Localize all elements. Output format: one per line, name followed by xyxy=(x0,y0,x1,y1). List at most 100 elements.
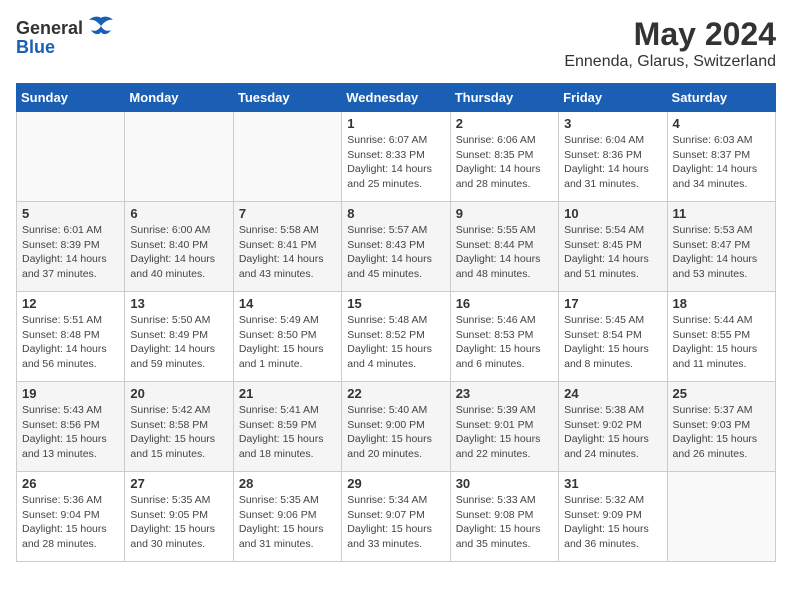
table-row xyxy=(17,112,125,202)
table-row: 17 Sunrise: 5:45 AM Sunset: 8:54 PM Dayli… xyxy=(559,292,667,382)
header-sunday: Sunday xyxy=(17,84,125,112)
day-number: 4 xyxy=(673,116,770,131)
day-number: 22 xyxy=(347,386,444,401)
day-number: 27 xyxy=(130,476,227,491)
week-row-4: 19 Sunrise: 5:43 AM Sunset: 8:56 PM Dayli… xyxy=(17,382,776,472)
cell-info: Sunrise: 5:55 AM Sunset: 8:44 PM Dayligh… xyxy=(456,223,553,282)
table-row: 20 Sunrise: 5:42 AM Sunset: 8:58 PM Dayli… xyxy=(125,382,233,472)
day-number: 15 xyxy=(347,296,444,311)
cell-info: Sunrise: 5:54 AM Sunset: 8:45 PM Dayligh… xyxy=(564,223,661,282)
header-monday: Monday xyxy=(125,84,233,112)
table-row: 18 Sunrise: 5:44 AM Sunset: 8:55 PM Dayli… xyxy=(667,292,775,382)
cell-info: Sunrise: 5:46 AM Sunset: 8:53 PM Dayligh… xyxy=(456,313,553,372)
header-saturday: Saturday xyxy=(667,84,775,112)
day-number: 13 xyxy=(130,296,227,311)
day-number: 28 xyxy=(239,476,336,491)
header-wednesday: Wednesday xyxy=(342,84,450,112)
day-number: 30 xyxy=(456,476,553,491)
table-row: 25 Sunrise: 5:37 AM Sunset: 9:03 PM Dayli… xyxy=(667,382,775,472)
day-number: 11 xyxy=(673,206,770,221)
table-row: 10 Sunrise: 5:54 AM Sunset: 8:45 PM Dayli… xyxy=(559,202,667,292)
week-row-3: 12 Sunrise: 5:51 AM Sunset: 8:48 PM Dayli… xyxy=(17,292,776,382)
day-number: 31 xyxy=(564,476,661,491)
day-number: 1 xyxy=(347,116,444,131)
month-year: May 2024 xyxy=(564,16,776,53)
day-number: 16 xyxy=(456,296,553,311)
cell-info: Sunrise: 5:42 AM Sunset: 8:58 PM Dayligh… xyxy=(130,403,227,462)
cell-info: Sunrise: 6:06 AM Sunset: 8:35 PM Dayligh… xyxy=(456,133,553,192)
day-number: 26 xyxy=(22,476,119,491)
table-row: 27 Sunrise: 5:35 AM Sunset: 9:05 PM Dayli… xyxy=(125,472,233,562)
cell-info: Sunrise: 6:04 AM Sunset: 8:36 PM Dayligh… xyxy=(564,133,661,192)
table-row: 13 Sunrise: 5:50 AM Sunset: 8:49 PM Dayli… xyxy=(125,292,233,382)
calendar-table: Sunday Monday Tuesday Wednesday Thursday… xyxy=(16,83,776,562)
table-row: 22 Sunrise: 5:40 AM Sunset: 9:00 PM Dayli… xyxy=(342,382,450,472)
header-thursday: Thursday xyxy=(450,84,558,112)
table-row xyxy=(233,112,341,202)
day-number: 3 xyxy=(564,116,661,131)
table-row: 26 Sunrise: 5:36 AM Sunset: 9:04 PM Dayli… xyxy=(17,472,125,562)
table-row: 6 Sunrise: 6:00 AM Sunset: 8:40 PM Daylig… xyxy=(125,202,233,292)
logo-text: General xyxy=(16,18,83,39)
day-number: 24 xyxy=(564,386,661,401)
cell-info: Sunrise: 5:57 AM Sunset: 8:43 PM Dayligh… xyxy=(347,223,444,282)
table-row: 31 Sunrise: 5:32 AM Sunset: 9:09 PM Dayli… xyxy=(559,472,667,562)
day-number: 21 xyxy=(239,386,336,401)
cell-info: Sunrise: 5:39 AM Sunset: 9:01 PM Dayligh… xyxy=(456,403,553,462)
day-number: 17 xyxy=(564,296,661,311)
weekday-header-row: Sunday Monday Tuesday Wednesday Thursday… xyxy=(17,84,776,112)
cell-info: Sunrise: 5:40 AM Sunset: 9:00 PM Dayligh… xyxy=(347,403,444,462)
cell-info: Sunrise: 6:01 AM Sunset: 8:39 PM Dayligh… xyxy=(22,223,119,282)
table-row: 5 Sunrise: 6:01 AM Sunset: 8:39 PM Daylig… xyxy=(17,202,125,292)
day-number: 20 xyxy=(130,386,227,401)
day-number: 29 xyxy=(347,476,444,491)
cell-info: Sunrise: 5:43 AM Sunset: 8:56 PM Dayligh… xyxy=(22,403,119,462)
cell-info: Sunrise: 6:00 AM Sunset: 8:40 PM Dayligh… xyxy=(130,223,227,282)
cell-info: Sunrise: 5:35 AM Sunset: 9:06 PM Dayligh… xyxy=(239,493,336,552)
table-row: 14Sunrise: 5:49 AM Sunset: 8:50 PM Dayli… xyxy=(233,292,341,382)
cell-info: Sunrise: 5:48 AM Sunset: 8:52 PM Dayligh… xyxy=(347,313,444,372)
week-row-2: 5 Sunrise: 6:01 AM Sunset: 8:39 PM Daylig… xyxy=(17,202,776,292)
logo-bird-icon xyxy=(87,16,115,41)
table-row: 3 Sunrise: 6:04 AM Sunset: 8:36 PM Daylig… xyxy=(559,112,667,202)
cell-info: Sunrise: 5:45 AM Sunset: 8:54 PM Dayligh… xyxy=(564,313,661,372)
cell-info: Sunrise: 5:35 AM Sunset: 9:05 PM Dayligh… xyxy=(130,493,227,552)
day-number: 9 xyxy=(456,206,553,221)
table-row: 28 Sunrise: 5:35 AM Sunset: 9:06 PM Dayli… xyxy=(233,472,341,562)
day-number: 19 xyxy=(22,386,119,401)
cell-info: Sunrise: 5:44 AM Sunset: 8:55 PM Dayligh… xyxy=(673,313,770,372)
cell-info: Sunrise: 5:53 AM Sunset: 8:47 PM Dayligh… xyxy=(673,223,770,282)
cell-info: Sunrise: 5:32 AM Sunset: 9:09 PM Dayligh… xyxy=(564,493,661,552)
cell-info: Sunrise: 5:50 AM Sunset: 8:49 PM Dayligh… xyxy=(130,313,227,372)
logo-blue-text: Blue xyxy=(16,37,55,58)
table-row: 23 Sunrise: 5:39 AM Sunset: 9:01 PM Dayli… xyxy=(450,382,558,472)
table-row: 7 Sunrise: 5:58 AM Sunset: 8:41 PM Daylig… xyxy=(233,202,341,292)
table-row: 9 Sunrise: 5:55 AM Sunset: 8:44 PM Daylig… xyxy=(450,202,558,292)
day-number: 10 xyxy=(564,206,661,221)
day-number: 6 xyxy=(130,206,227,221)
cell-info: Sunrise: 5:34 AM Sunset: 9:07 PM Dayligh… xyxy=(347,493,444,552)
cell-info: Sunrise: 5:36 AM Sunset: 9:04 PM Dayligh… xyxy=(22,493,119,552)
day-number: 12 xyxy=(22,296,119,311)
cell-info: Sunrise: 5:37 AM Sunset: 9:03 PM Dayligh… xyxy=(673,403,770,462)
day-number: 23 xyxy=(456,386,553,401)
cell-info: Sunrise: 6:03 AM Sunset: 8:37 PM Dayligh… xyxy=(673,133,770,192)
table-row xyxy=(125,112,233,202)
day-number: 18 xyxy=(673,296,770,311)
table-row: 19 Sunrise: 5:43 AM Sunset: 8:56 PM Dayli… xyxy=(17,382,125,472)
day-number: 25 xyxy=(673,386,770,401)
table-row: 16 Sunrise: 5:46 AM Sunset: 8:53 PM Dayli… xyxy=(450,292,558,382)
header-friday: Friday xyxy=(559,84,667,112)
table-row: 1Sunrise: 6:07 AM Sunset: 8:33 PM Daylig… xyxy=(342,112,450,202)
day-number: 7 xyxy=(239,206,336,221)
day-number: 5 xyxy=(22,206,119,221)
header: General Blue May 2024 Ennenda, Glarus, S… xyxy=(16,16,776,71)
week-row-5: 26 Sunrise: 5:36 AM Sunset: 9:04 PM Dayli… xyxy=(17,472,776,562)
table-row: 12 Sunrise: 5:51 AM Sunset: 8:48 PM Dayli… xyxy=(17,292,125,382)
logo: General Blue xyxy=(16,16,115,58)
header-tuesday: Tuesday xyxy=(233,84,341,112)
cell-info: Sunrise: 5:33 AM Sunset: 9:08 PM Dayligh… xyxy=(456,493,553,552)
week-row-1: 1Sunrise: 6:07 AM Sunset: 8:33 PM Daylig… xyxy=(17,112,776,202)
cell-info: Sunrise: 5:51 AM Sunset: 8:48 PM Dayligh… xyxy=(22,313,119,372)
cell-info: Sunrise: 5:58 AM Sunset: 8:41 PM Dayligh… xyxy=(239,223,336,282)
